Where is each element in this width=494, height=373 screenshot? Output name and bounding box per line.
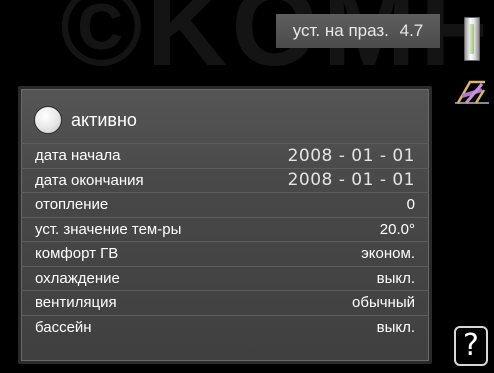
setting-row-pool[interactable]: бассейн выкл.	[21, 314, 429, 340]
setting-value: эконом.	[361, 245, 415, 263]
setting-label: бассейн	[35, 318, 92, 336]
setting-label: дата начала	[35, 147, 121, 165]
menu-title: уст. на праз.	[292, 21, 389, 40]
setting-row-temperature-setpoint[interactable]: уст. значение тем-ры 20.0°	[21, 216, 429, 242]
setting-row-end-date[interactable]: дата окончания 2008 - 01 - 01	[21, 167, 429, 193]
active-radio-button[interactable]	[34, 106, 62, 134]
setting-value: выкл.	[376, 269, 415, 287]
setting-row-ventilation[interactable]: вентиляция обычный	[21, 290, 429, 315]
setting-label: дата окончания	[35, 171, 144, 189]
setting-label: охлаждение	[35, 269, 120, 287]
setting-value: обычный	[352, 294, 415, 312]
setting-value: 2008 - 01 - 01	[287, 145, 415, 166]
active-toggle[interactable]: активно	[34, 104, 137, 136]
setting-row-hot-water-comfort[interactable]: комфорт ГВ эконом.	[21, 241, 429, 266]
screen: ©KOMF уст. на праз. 4.7 активно дата нач…	[0, 0, 494, 373]
setting-value: 20.0°	[379, 220, 415, 238]
active-label: активно	[71, 109, 137, 130]
thermometer-icon	[464, 17, 480, 61]
setting-value: выкл.	[376, 318, 415, 336]
setting-label: отопление	[35, 196, 109, 214]
setting-value: 0	[406, 196, 415, 214]
setting-value: 2008 - 01 - 01	[287, 170, 415, 191]
settings-list: дата начала 2008 - 01 - 01 дата окончани…	[21, 143, 429, 339]
setting-row-cooling[interactable]: охлаждение выкл.	[21, 265, 429, 291]
holiday-settings-panel: активно дата начала 2008 - 01 - 01 дата …	[18, 86, 432, 364]
setting-row-start-date[interactable]: дата начала 2008 - 01 - 01	[21, 143, 429, 168]
holiday-deckchair-icon	[455, 80, 489, 104]
menu-number: 4.7	[399, 21, 424, 40]
menu-title-bar: уст. на праз. 4.7	[276, 14, 440, 48]
help-button[interactable]: ?	[454, 326, 488, 366]
setting-label: уст. значение тем-ры	[35, 220, 182, 238]
setting-row-heating[interactable]: отопление 0	[21, 192, 429, 217]
setting-label: комфорт ГВ	[35, 245, 119, 263]
setting-label: вентиляция	[35, 294, 117, 312]
